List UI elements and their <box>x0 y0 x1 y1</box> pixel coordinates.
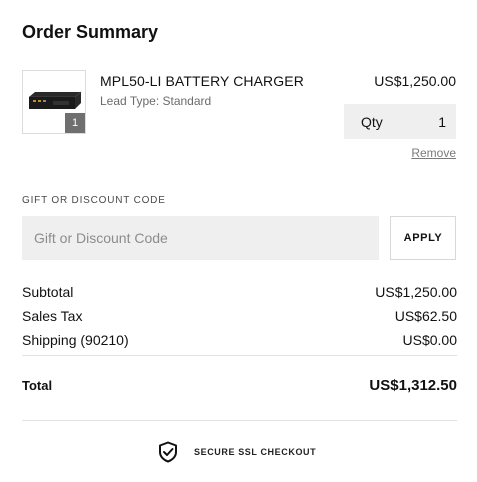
order-summary-title: Order Summary <box>22 22 159 42</box>
shipping-value: US$0.00 <box>402 332 457 348</box>
subtotal-row: Subtotal US$1,250.00 <box>22 284 457 300</box>
quantity-selector[interactable]: Qty 1 <box>344 104 456 139</box>
sales-tax-row: Sales Tax US$62.50 <box>22 308 457 324</box>
sales-tax-label: Sales Tax <box>22 308 83 324</box>
quantity-value[interactable]: 1 <box>438 114 446 130</box>
shipping-row: Shipping (90210) US$0.00 <box>22 332 457 348</box>
total-value: US$1,312.50 <box>369 377 457 394</box>
secure-checkout-badge: SECURE SSL CHECKOUT <box>158 441 316 463</box>
battery-charger-icon <box>29 91 82 109</box>
secure-checkout-label: SECURE SSL CHECKOUT <box>194 447 317 457</box>
discount-code-label: GIFT OR DISCOUNT CODE <box>22 195 166 206</box>
discount-code-input[interactable] <box>22 216 379 260</box>
shield-check-icon <box>159 441 177 463</box>
subtotal-value: US$1,250.00 <box>375 284 457 300</box>
product-name: MPL50-LI BATTERY CHARGER <box>100 73 304 89</box>
remove-item-link[interactable]: Remove <box>411 146 456 160</box>
product-price: US$1,250.00 <box>374 73 456 89</box>
apply-discount-button[interactable]: APPLY <box>390 216 456 260</box>
totals-divider <box>22 355 457 356</box>
shipping-label: Shipping (90210) <box>22 332 129 348</box>
subtotal-label: Subtotal <box>22 284 74 300</box>
total-label: Total <box>22 378 53 393</box>
quantity-label: Qty <box>361 113 383 130</box>
footer-divider <box>22 420 457 421</box>
product-variant: Lead Type: Standard <box>100 94 212 108</box>
total-row: Total US$1,312.50 <box>22 377 457 394</box>
sales-tax-value: US$62.50 <box>394 308 457 324</box>
product-thumbnail: 1 <box>22 70 86 134</box>
quantity-badge: 1 <box>65 113 85 133</box>
